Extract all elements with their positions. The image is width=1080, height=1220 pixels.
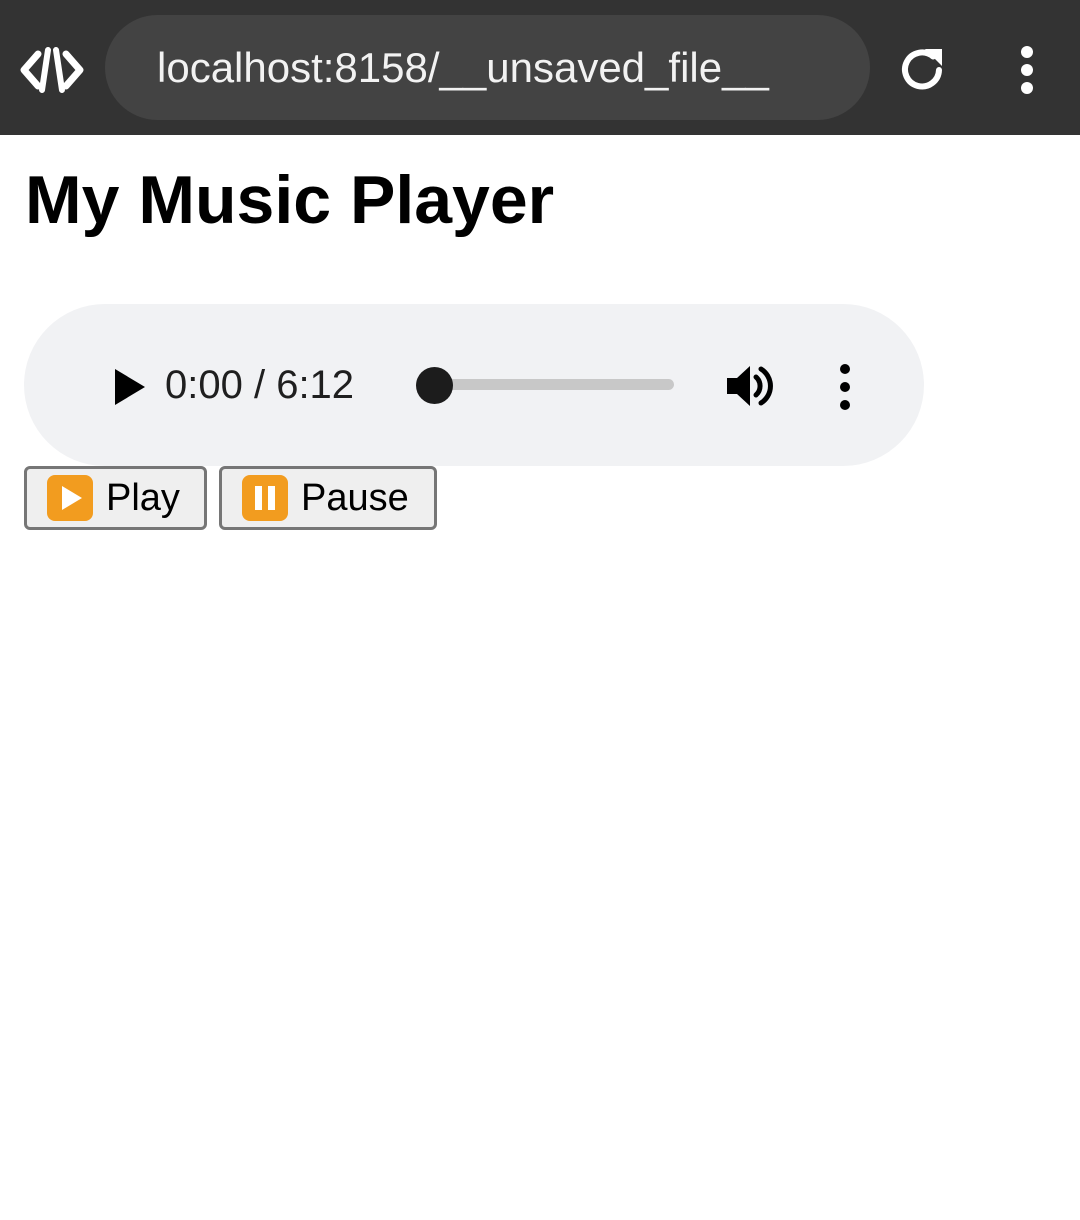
seek-thumb[interactable] (415, 367, 453, 404)
play-icon[interactable] (108, 365, 152, 409)
browser-toolbar: localhost:8158/__unsaved_file__ (0, 0, 1080, 135)
seek-slider[interactable] (415, 365, 682, 405)
play-button[interactable]: Play (24, 466, 207, 530)
pause-emoji-icon (242, 475, 288, 521)
code-brackets-logo-icon[interactable] (20, 44, 84, 96)
address-bar[interactable]: localhost:8158/__unsaved_file__ (105, 15, 870, 120)
page-title: My Music Player (25, 162, 555, 238)
audio-player: 0:00 / 6:12 (24, 304, 924, 466)
volume-icon[interactable] (724, 361, 774, 411)
play-button-label: Play (106, 476, 180, 519)
browser-menu-icon[interactable] (1007, 45, 1047, 95)
time-display: 0:00 / 6:12 (165, 363, 355, 407)
reload-icon[interactable] (895, 43, 949, 97)
play-emoji-icon (47, 475, 93, 521)
seek-track (434, 379, 674, 390)
pause-button-label: Pause (301, 476, 409, 519)
player-options-icon[interactable] (830, 361, 860, 411)
address-bar-url[interactable]: localhost:8158/__unsaved_file__ (157, 15, 769, 120)
pause-button[interactable]: Pause (219, 466, 437, 530)
